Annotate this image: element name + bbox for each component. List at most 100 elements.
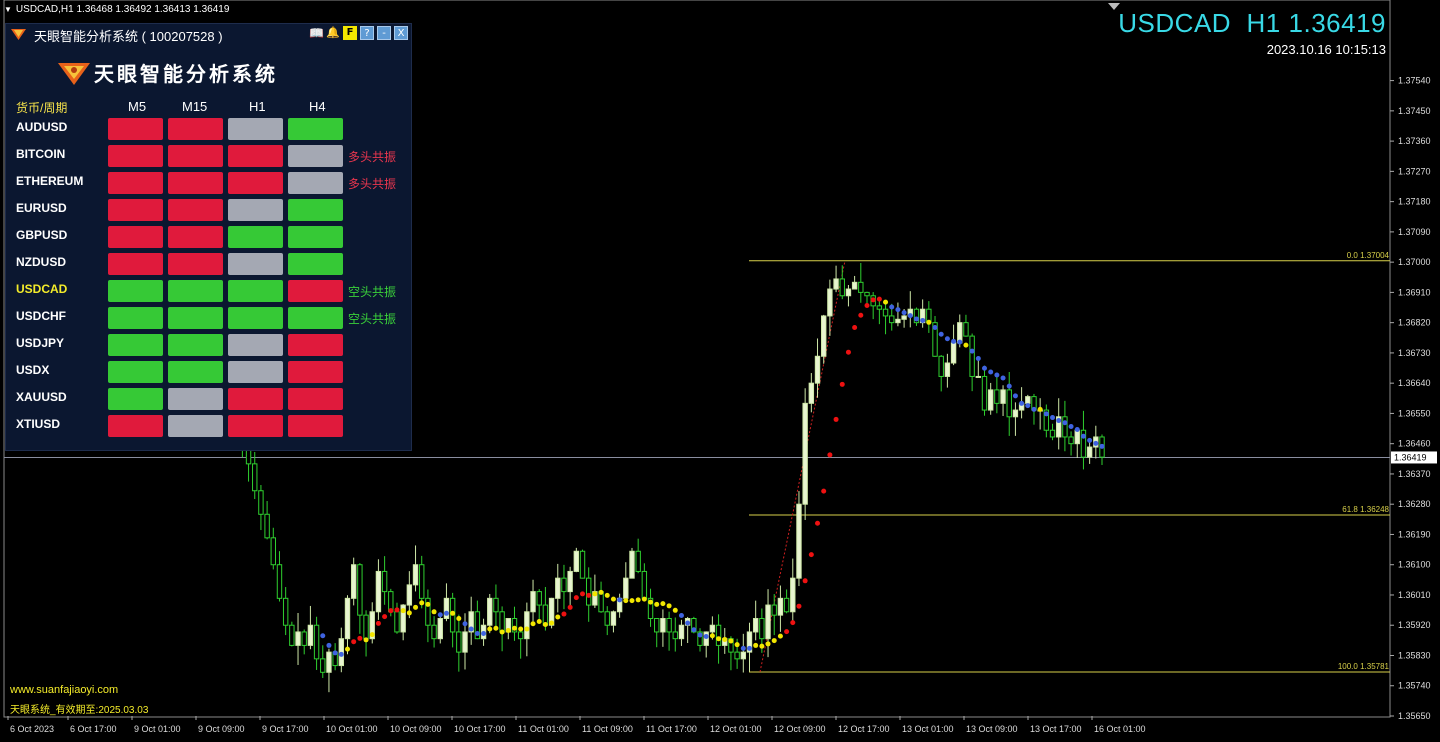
panel-titlebar[interactable]: 天眼智能分析系统 ( 100207528 ) 📖 🔔 F ? - X [6, 24, 411, 44]
symbol-label[interactable]: USDJPY [16, 336, 64, 350]
signal-row[interactable]: USDCAD 空头共振 [6, 278, 411, 305]
signal-cell[interactable] [108, 172, 163, 194]
signal-cell[interactable] [108, 415, 163, 437]
symbol-label[interactable]: USDCHF [16, 309, 66, 323]
signal-cell[interactable] [108, 118, 163, 140]
minimize-icon[interactable]: - [377, 26, 391, 40]
signal-cell[interactable] [168, 118, 223, 140]
signal-cell[interactable] [228, 253, 283, 275]
ma-dot [320, 633, 326, 639]
signal-cell[interactable] [228, 226, 283, 248]
candle-body [313, 624, 320, 660]
candle-body [350, 564, 357, 599]
signal-row[interactable]: EURUSD [6, 197, 411, 224]
signal-cell[interactable] [288, 145, 343, 167]
close-icon[interactable]: X [394, 26, 408, 40]
signal-cell[interactable] [108, 280, 163, 302]
signal-cell[interactable] [168, 280, 223, 302]
symbol-info: USDCAD,H1 1.36468 1.36492 1.36413 1.3641… [15, 4, 230, 15]
ma-dot [1068, 424, 1074, 430]
symbol-label[interactable]: XTIUSD [16, 417, 60, 431]
signal-cell[interactable] [288, 388, 343, 410]
candle-body [394, 611, 400, 633]
ma-dot [981, 365, 987, 371]
signal-row[interactable]: USDCHF 空头共振 [6, 305, 411, 332]
fibo-level-label: 61.8 1.36248 [1342, 505, 1389, 514]
signal-row[interactable]: XAUUSD [6, 386, 411, 413]
f-button[interactable]: F [343, 26, 357, 40]
signal-row[interactable]: GBPUSD [6, 224, 411, 251]
signal-cell[interactable] [108, 361, 163, 383]
ma-dot [617, 597, 623, 603]
signal-cell[interactable] [228, 307, 283, 329]
signal-cell[interactable] [168, 172, 223, 194]
signal-cell[interactable] [288, 253, 343, 275]
symbol-label[interactable]: EURUSD [16, 201, 67, 215]
signal-cell[interactable] [228, 361, 283, 383]
signal-cell[interactable] [168, 226, 223, 248]
book-icon[interactable]: 📖 [309, 26, 324, 40]
signal-cell[interactable] [108, 388, 163, 410]
symbol-label[interactable]: NZDUSD [16, 255, 66, 269]
signal-cell[interactable] [228, 145, 283, 167]
candle-body [462, 631, 468, 653]
signal-row[interactable]: USDX [6, 359, 411, 386]
signal-row[interactable]: AUDUSD [6, 116, 411, 143]
signal-cell[interactable] [228, 199, 283, 221]
ma-dot [561, 611, 567, 617]
signal-cell[interactable] [228, 172, 283, 194]
signal-cell[interactable] [168, 307, 223, 329]
signal-cell[interactable] [168, 253, 223, 275]
symbol-label[interactable]: USDCAD [16, 282, 67, 296]
symbol-label[interactable]: XAUUSD [16, 390, 67, 404]
signal-cell[interactable] [168, 334, 223, 356]
signal-cell[interactable] [168, 199, 223, 221]
ma-dot [765, 641, 771, 647]
analysis-panel[interactable]: 天眼智能分析系统 ( 100207528 ) 📖 🔔 F ? - X 天眼智能分… [5, 23, 412, 451]
signal-row[interactable]: BITCOIN 多头共振 [6, 143, 411, 170]
signal-cell[interactable] [108, 145, 163, 167]
signal-cell[interactable] [168, 388, 223, 410]
website-link[interactable]: www.suanfajiaoyi.com [10, 684, 118, 696]
symbol-label[interactable]: GBPUSD [16, 228, 67, 242]
candle-body [895, 318, 901, 324]
signal-cell[interactable] [288, 334, 343, 356]
ma-dot [728, 638, 734, 644]
signal-cell[interactable] [168, 361, 223, 383]
signal-cell[interactable] [228, 334, 283, 356]
signal-cell[interactable] [228, 415, 283, 437]
signal-cell[interactable] [108, 253, 163, 275]
signal-cell[interactable] [288, 280, 343, 302]
signal-row[interactable]: USDJPY [6, 332, 411, 359]
signal-cell[interactable] [228, 118, 283, 140]
ma-dot [511, 625, 517, 631]
symbol-label[interactable]: ETHEREUM [16, 174, 83, 188]
signal-cell[interactable] [288, 415, 343, 437]
signal-cell[interactable] [108, 226, 163, 248]
signal-cell[interactable] [288, 172, 343, 194]
ma-dot [1099, 443, 1105, 449]
signal-row[interactable]: ETHEREUM 多头共振 [6, 170, 411, 197]
signal-cell[interactable] [168, 415, 223, 437]
symbol-label[interactable]: USDX [16, 363, 49, 377]
signal-cell[interactable] [228, 388, 283, 410]
signal-cell[interactable] [228, 280, 283, 302]
signal-cell[interactable] [288, 199, 343, 221]
signal-cell[interactable] [288, 307, 343, 329]
dropdown-icon[interactable]: ▼ [4, 5, 12, 14]
signal-cell[interactable] [108, 199, 163, 221]
symbol-label[interactable]: AUDUSD [16, 120, 67, 134]
signal-row[interactable]: XTIUSD [6, 413, 411, 440]
signal-cell[interactable] [168, 145, 223, 167]
signal-cell[interactable] [288, 118, 343, 140]
symbol-label[interactable]: BITCOIN [16, 147, 65, 161]
y-tick-label: 1.35740 [1398, 681, 1431, 691]
signal-cell[interactable] [108, 334, 163, 356]
signal-cell[interactable] [108, 307, 163, 329]
signal-row[interactable]: NZDUSD [6, 251, 411, 278]
signal-cell[interactable] [288, 361, 343, 383]
signal-cell[interactable] [288, 226, 343, 248]
bell-icon[interactable]: 🔔 [326, 26, 340, 40]
help-icon[interactable]: ? [360, 26, 374, 40]
candle-body [882, 308, 889, 317]
